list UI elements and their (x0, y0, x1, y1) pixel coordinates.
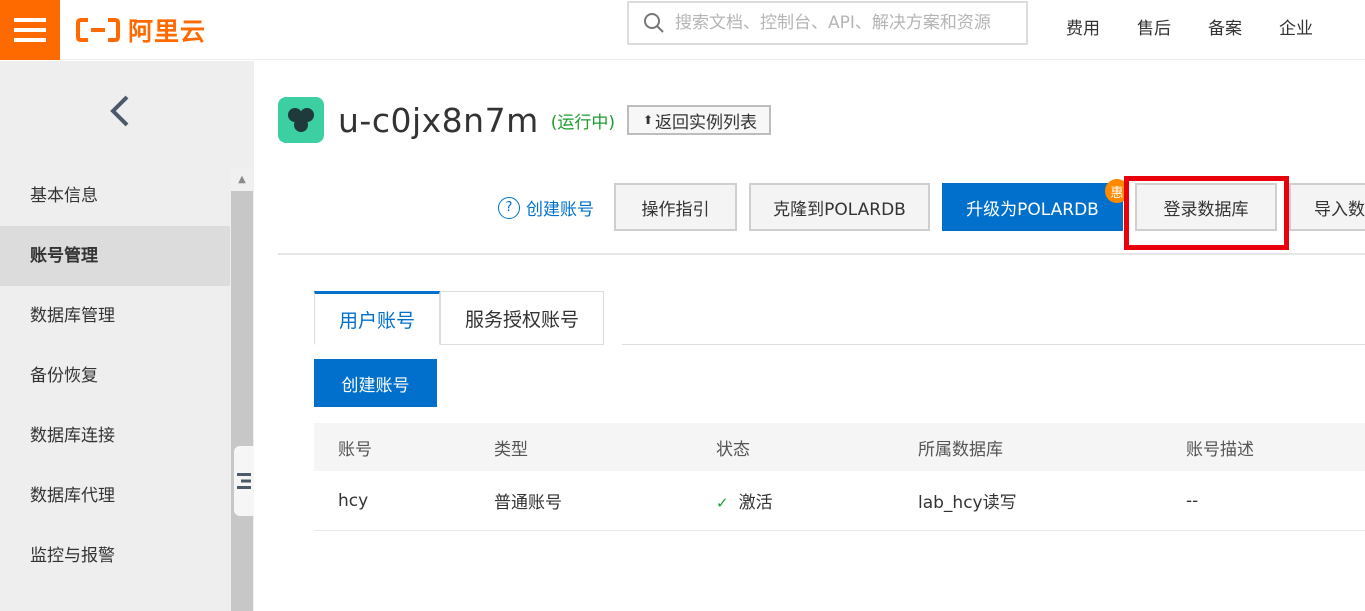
top-bar: 阿里云 费用 售后 备案 企业 (0, 0, 1365, 60)
account-tabs: 用户账号 服务授权账号 (314, 291, 605, 345)
sidebar-item-account-management[interactable]: 账号管理 (0, 226, 230, 286)
sidebar-item-database-connection[interactable]: 数据库连接 (0, 406, 230, 466)
header-divider (278, 253, 1365, 255)
create-account-help-link[interactable]: ? 创建账号 (498, 195, 594, 220)
sidebar-collapse-handle[interactable] (234, 446, 254, 516)
return-to-instance-list-button[interactable]: ⬆ 返回实例列表 (626, 105, 772, 135)
column-header-database: 所属数据库 (918, 439, 1003, 460)
search-input[interactable] (675, 8, 1020, 38)
sidebar-scrollbar[interactable] (231, 167, 253, 611)
account-name: hcy (338, 490, 369, 511)
arrow-up-icon: ⬆ (642, 113, 654, 127)
upgrade-label: 升级为POLARDB (966, 199, 1099, 220)
sidebar-item-monitoring-alerts[interactable]: 监控与报警 (0, 526, 230, 586)
aliyun-logo[interactable]: 阿里云 (76, 10, 206, 50)
nav-enterprise[interactable]: 企业 (1279, 14, 1313, 39)
nav-fees[interactable]: 费用 (1066, 14, 1100, 39)
aliyun-logo-icon (76, 18, 120, 42)
tab-service-authorized-accounts[interactable]: 服务授权账号 (440, 291, 605, 345)
global-search[interactable] (627, 1, 1028, 45)
import-database-button[interactable]: 导入数 (1289, 183, 1365, 231)
nav-after-sales[interactable]: 售后 (1137, 14, 1171, 39)
check-icon: ✓ (716, 494, 729, 512)
tab-user-accounts[interactable]: 用户账号 (314, 291, 441, 345)
sidebar-item-database-proxy[interactable]: 数据库代理 (0, 466, 230, 526)
back-button[interactable] (100, 91, 140, 131)
collapse-menu-icon (237, 473, 251, 489)
promo-badge: 惠 (1105, 179, 1129, 203)
instance-status: (运行中) (550, 112, 615, 133)
create-account-button[interactable]: 创建账号 (314, 359, 437, 407)
hamburger-menu-button[interactable] (0, 0, 60, 60)
search-icon (644, 13, 664, 33)
login-database-button[interactable]: 登录数据库 (1135, 183, 1277, 231)
account-type: 普通账号 (494, 493, 562, 513)
sidebar: 基本信息 账号管理 数据库管理 备份恢复 数据库连接 数据库代理 监控与报警 ▲ (0, 61, 254, 611)
column-header-account: 账号 (338, 439, 372, 460)
help-link-label: 创建账号 (526, 200, 594, 220)
chevron-left-icon (110, 95, 129, 127)
nav-icp-filing[interactable]: 备案 (1208, 14, 1242, 39)
question-circle-icon: ? (498, 196, 520, 219)
account-description: -- (1186, 490, 1199, 511)
column-header-type: 类型 (494, 439, 528, 460)
hamburger-icon (14, 18, 46, 42)
table-row: hcy 普通账号 ✓ 激活 lab_hcy读写 -- (314, 471, 1365, 531)
column-header-description: 账号描述 (1186, 439, 1254, 460)
table-header: 账号 类型 状态 所属数据库 账号描述 (314, 423, 1365, 471)
instance-name: u-c0jx8n7m (338, 100, 539, 140)
sidebar-menu: 基本信息 账号管理 数据库管理 备份恢复 数据库连接 数据库代理 监控与报警 (0, 166, 230, 586)
scroll-up-arrow-icon[interactable]: ▲ (231, 167, 253, 191)
account-status: ✓ 激活 (716, 488, 773, 513)
account-database: lab_hcy读写 (918, 493, 1017, 513)
top-nav: 费用 售后 备案 企业 (1066, 14, 1350, 39)
instance-header: u-c0jx8n7m (运行中) ⬆ 返回实例列表 (278, 95, 772, 145)
return-label: 返回实例列表 (655, 112, 758, 133)
tab-underline (622, 344, 1365, 345)
clone-to-polardb-button[interactable]: 克隆到POLARDB (749, 183, 930, 231)
operation-guide-button[interactable]: 操作指引 (614, 183, 737, 231)
accounts-table: 账号 类型 状态 所属数据库 账号描述 hcy 普通账号 ✓ 激活 lab_hcy… (314, 423, 1365, 531)
logo-text: 阿里云 (128, 17, 207, 46)
sidebar-item-basic-info[interactable]: 基本信息 (0, 166, 230, 226)
account-status-label: 激活 (738, 493, 773, 513)
sidebar-item-database-management[interactable]: 数据库管理 (0, 286, 230, 346)
column-header-status: 状态 (716, 439, 750, 460)
sidebar-item-backup-restore[interactable]: 备份恢复 (0, 346, 230, 406)
upgrade-to-polardb-button[interactable]: 升级为POLARDB 惠 (942, 179, 1129, 231)
instance-type-icon (278, 97, 324, 143)
